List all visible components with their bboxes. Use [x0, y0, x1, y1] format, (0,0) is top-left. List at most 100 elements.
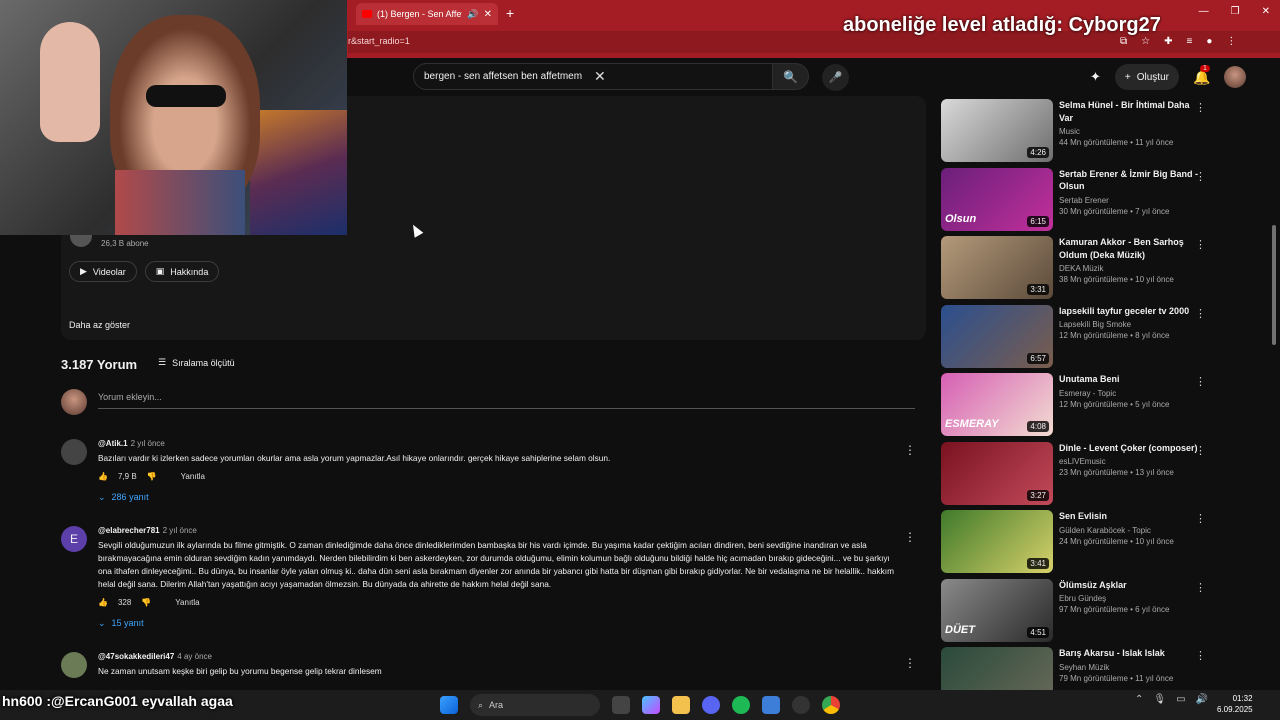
videos-button[interactable]: ▶ Videolar [69, 261, 137, 282]
video-title[interactable]: Sertab Erener & İzmir Big Band - Olsun [1059, 168, 1199, 193]
taskbar-search[interactable]: ⌕ Ara [470, 694, 600, 716]
search-input[interactable]: bergen - sen affetsen ben affetmem ✕ [413, 63, 773, 90]
comment-time[interactable]: 2 yıl önce [163, 526, 197, 535]
volume-icon[interactable]: 🔊 [1196, 694, 1208, 705]
video-channel[interactable]: Esmeray - Topic [1059, 389, 1199, 398]
video-thumbnail[interactable]: 4:26 [941, 99, 1053, 162]
close-tab-icon[interactable]: ✕ [484, 9, 492, 20]
video-channel[interactable]: Ebru Gündeş [1059, 594, 1199, 603]
windows-start-icon[interactable] [440, 696, 458, 714]
video-channel[interactable]: esLIVEmusic [1059, 457, 1199, 466]
comment-time[interactable]: 2 yıl önce [131, 439, 165, 448]
bookmark-star-icon[interactable]: ☆ [1141, 36, 1150, 47]
sidebar-video[interactable]: Olsun 6:15 Sertab Erener & İzmir Big Band … [941, 167, 1211, 232]
voice-search-button[interactable]: 🎤 [822, 64, 849, 91]
cast-icon[interactable]: ⧉ [1120, 36, 1127, 47]
comment-author[interactable]: @Atik.1 2 yıl önce [98, 439, 898, 448]
video-thumbnail[interactable]: ESMERAY 4:08 [941, 373, 1053, 436]
obs-icon[interactable] [792, 696, 810, 714]
browser-tab[interactable]: (1) Bergen - Sen Affetsen Be 🔊 ✕ [356, 3, 498, 25]
new-tab-button[interactable]: + [506, 5, 514, 21]
spotify-icon[interactable] [732, 696, 750, 714]
video-channel[interactable]: Music [1059, 127, 1199, 136]
sort-button[interactable]: ☰ Sıralama ölçütü [158, 357, 235, 368]
video-thumbnail[interactable]: 3:41 [941, 510, 1053, 573]
sidebar-video[interactable]: ESMERAY 4:08 Unutama Beni Esmeray - Topic 12… [941, 373, 1211, 437]
view-replies-button[interactable]: ⌄ 286 yanıt [98, 492, 898, 503]
about-button[interactable]: ▣ Hakkında [144, 261, 220, 282]
like-icon[interactable]: 👍 [98, 472, 108, 481]
network-icon[interactable]: ▭ [1176, 694, 1185, 705]
video-thumbnail[interactable]: DÜET 4:51 [941, 578, 1053, 642]
video-channel[interactable]: DEKA Müzik [1059, 264, 1199, 273]
sidebar-video[interactable]: 3:27 Dinle - Levent Çoker (composer) esLIV… [941, 441, 1211, 506]
speaker-icon[interactable]: 🔊 [467, 9, 478, 20]
add-comment-input[interactable]: Yorum ekleyin... [98, 392, 915, 409]
comment-time[interactable]: 4 ay önce [177, 652, 212, 661]
video-thumbnail[interactable]: Olsun 6:15 [941, 167, 1053, 231]
video-menu-icon[interactable]: ⋮ [1195, 170, 1206, 183]
video-title[interactable]: Dinle - Levent Çoker (composer) [1059, 442, 1199, 455]
discord-icon[interactable] [702, 696, 720, 714]
comment-author[interactable]: @elabrecher781 2 yıl önce [98, 526, 898, 535]
account-avatar[interactable] [1224, 66, 1247, 88]
comment-menu-icon[interactable]: ⋮ [904, 443, 916, 457]
comment-avatar[interactable] [61, 652, 87, 678]
sidebar-video[interactable]: 3:41 Sen Evlisin Gülden Karaböcek - Topic 2… [941, 510, 1211, 574]
mic-tray-icon[interactable]: 🎙 [1153, 694, 1166, 705]
video-menu-icon[interactable]: ⋮ [1195, 375, 1206, 388]
video-title[interactable]: Barış Akarsu - Islak Islak [1059, 647, 1199, 660]
app-icon[interactable] [762, 696, 780, 714]
comment-avatar[interactable]: E [61, 526, 87, 552]
search-button[interactable]: 🔍 [773, 63, 809, 90]
comment-author[interactable]: @47sokakkedileri47 4 ay önce [98, 652, 898, 661]
task-view-icon[interactable] [612, 696, 630, 714]
video-menu-icon[interactable]: ⋮ [1195, 512, 1206, 525]
sidebar-video[interactable]: 3:31 Kamuran Akkor - Ben Sarhoş Oldum (De… [941, 236, 1211, 300]
copilot-icon[interactable] [642, 696, 660, 714]
video-thumbnail[interactable]: 3:27 [941, 441, 1053, 505]
minimize-icon[interactable]: — [1199, 6, 1209, 17]
notifications-button[interactable]: 🔔 1 [1193, 64, 1210, 86]
cast-device-icon[interactable]: ✦ [1090, 69, 1101, 85]
video-menu-icon[interactable]: ⋮ [1195, 238, 1206, 251]
video-channel[interactable]: Seyhan Müzik [1059, 663, 1199, 672]
show-less-button[interactable]: Daha az göster [69, 320, 130, 330]
video-title[interactable]: Kamuran Akkor - Ben Sarhoş Oldum (Deka M… [1059, 236, 1199, 261]
video-title[interactable]: Unutama Beni [1059, 373, 1199, 386]
browser-menu-icon[interactable]: ⋮ [1226, 36, 1236, 47]
video-menu-icon[interactable]: ⋮ [1195, 307, 1206, 320]
file-explorer-icon[interactable] [672, 696, 690, 714]
comment-menu-icon[interactable]: ⋮ [904, 656, 916, 670]
comment-menu-icon[interactable]: ⋮ [904, 530, 916, 544]
clear-search-icon[interactable]: ✕ [594, 68, 764, 85]
create-button[interactable]: + Oluştur [1114, 64, 1179, 90]
scrollbar-thumb[interactable] [1272, 225, 1276, 345]
reply-button[interactable]: Yanıtla [175, 598, 199, 607]
reply-button[interactable]: Yanıtla [181, 472, 205, 481]
video-thumbnail[interactable]: 3:31 [941, 236, 1053, 299]
media-icon[interactable]: ≡ [1187, 36, 1193, 47]
video-channel[interactable]: Sertab Erener [1059, 196, 1199, 205]
sidebar-video[interactable]: 4:26 Selma Hünel - Bir İhtimal Daha Var Mu… [941, 99, 1211, 163]
dislike-icon[interactable]: 👎 [147, 472, 157, 481]
sidebar-video[interactable]: DÜET 4:51 Ölümsüz Aşklar Ebru Gündeş 97 Mn g… [941, 578, 1211, 643]
view-replies-button[interactable]: ⌄ 15 yanıt [98, 618, 898, 629]
video-thumbnail[interactable]: 6:57 [941, 304, 1053, 368]
video-title[interactable]: Selma Hünel - Bir İhtimal Daha Var [1059, 99, 1199, 124]
video-title[interactable]: Ölümsüz Aşklar [1059, 579, 1199, 592]
like-icon[interactable]: 👍 [98, 598, 108, 607]
extensions-icon[interactable]: ✚ [1164, 36, 1172, 47]
video-menu-icon[interactable]: ⋮ [1195, 649, 1206, 662]
video-menu-icon[interactable]: ⋮ [1195, 444, 1206, 457]
video-title[interactable]: Sen Evlisin [1059, 510, 1199, 523]
maximize-icon[interactable]: ❐ [1231, 6, 1240, 17]
video-menu-icon[interactable]: ⋮ [1195, 101, 1206, 114]
chrome-icon[interactable] [822, 696, 840, 714]
profile-icon[interactable]: ● [1206, 36, 1212, 47]
chevron-up-icon[interactable]: ⌃ [1135, 694, 1143, 705]
video-channel[interactable]: Gülden Karaböcek - Topic [1059, 526, 1199, 535]
video-title[interactable]: lapsekili tayfur geceler tv 2000 [1059, 305, 1199, 318]
taskbar-clock[interactable]: 01:32 6.09.2025 [1217, 693, 1253, 715]
sidebar-video[interactable]: 6:57 lapsekili tayfur geceler tv 2000 Laps… [941, 304, 1211, 369]
